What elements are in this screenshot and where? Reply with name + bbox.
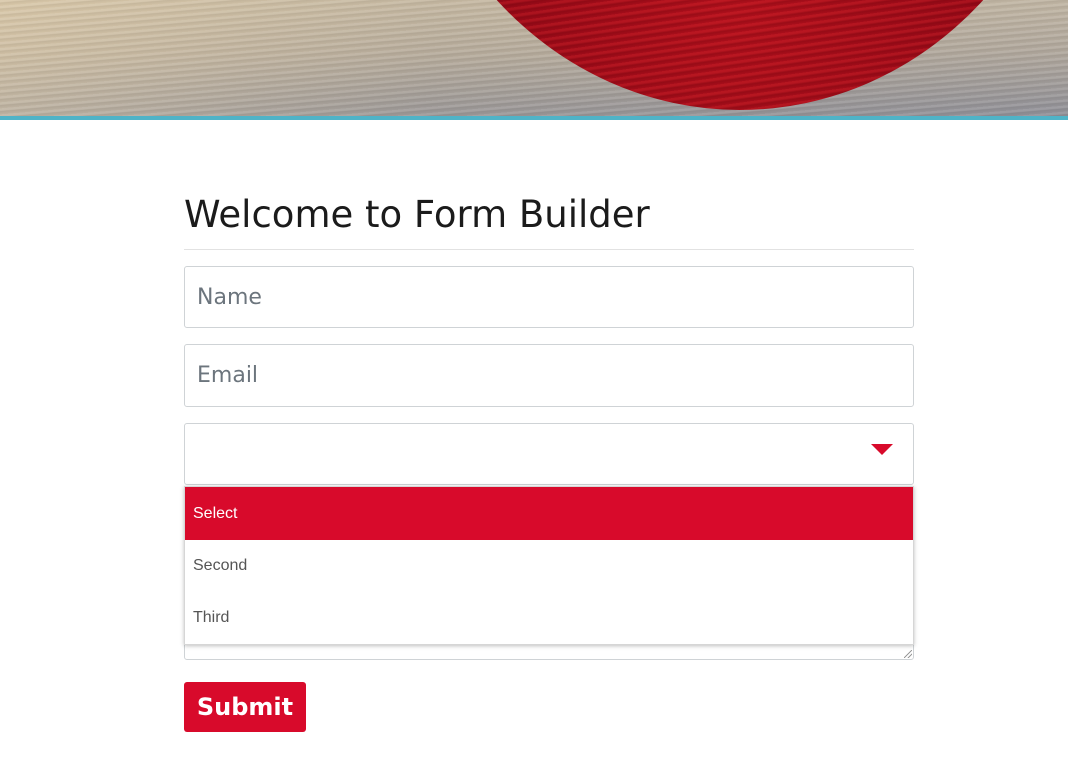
name-input[interactable] [184,266,914,328]
form-container: Welcome to Form Builder Select Second Th… [184,190,914,732]
submit-button[interactable]: Submit [184,682,306,732]
email-input[interactable] [184,344,914,407]
select-options-list: Select Second Third [184,486,914,645]
resize-grip-icon[interactable] [904,650,912,658]
title-divider [184,249,914,250]
select-option-select[interactable]: Select [185,487,913,540]
hero-banner [0,0,1068,116]
page-title: Welcome to Form Builder [184,193,650,236]
select-option-third[interactable]: Third [185,592,913,644]
select-dropdown[interactable] [184,423,914,485]
select-option-second[interactable]: Second [185,540,913,592]
caret-down-icon [871,444,893,455]
hero-accent-rule [0,116,1068,120]
